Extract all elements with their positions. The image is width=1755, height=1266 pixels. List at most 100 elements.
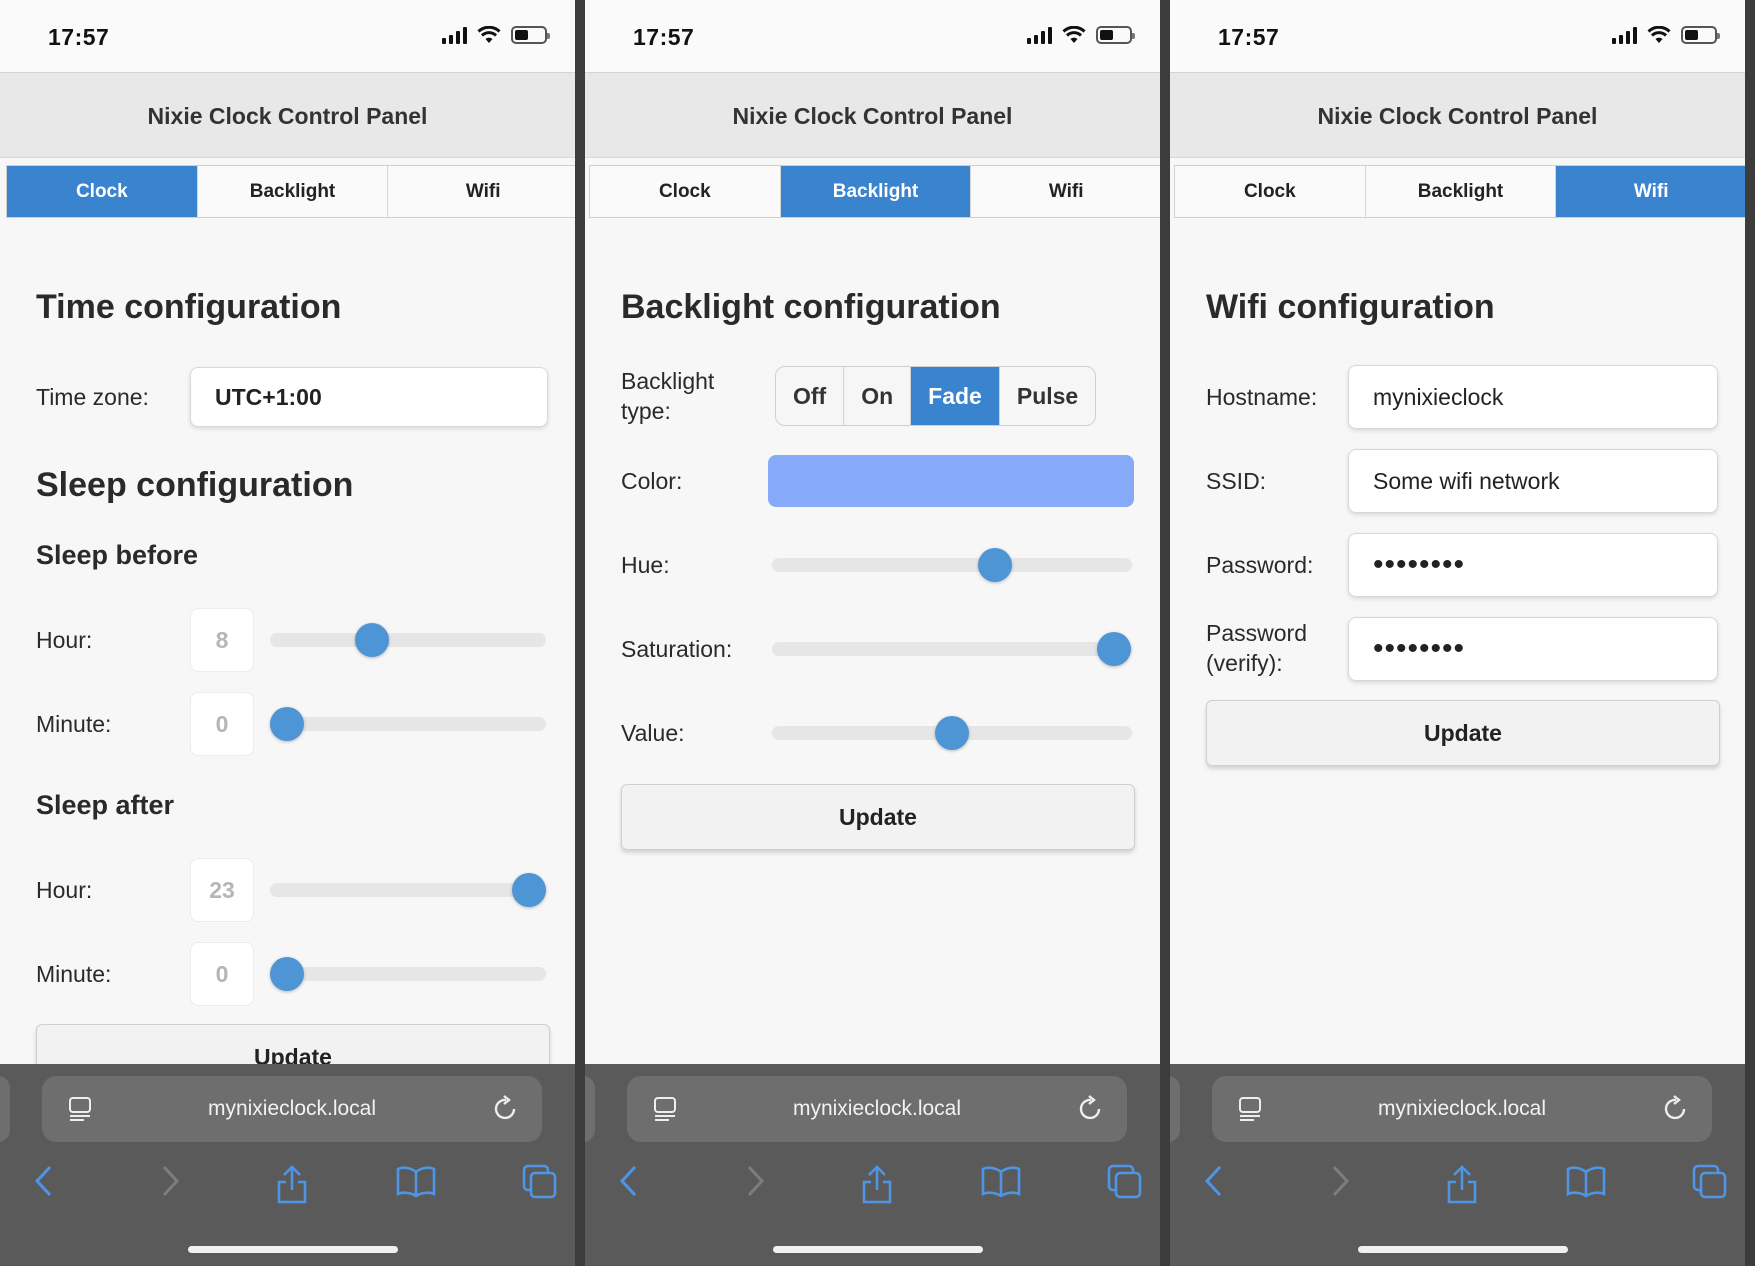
type-option-fade[interactable]: Fade [911,367,1000,425]
share-icon[interactable] [275,1164,309,1209]
sleep-after-minute-slider[interactable] [269,957,546,991]
timezone-field[interactable]: UTC+1:00 [190,367,548,427]
reload-icon[interactable] [492,1094,520,1129]
browser-nav [585,1164,1160,1214]
wifi-config-heading: Wifi configuration [1206,288,1495,326]
hue-slider[interactable] [772,548,1132,582]
bookmarks-icon[interactable] [396,1164,436,1203]
previous-tab-strip[interactable] [585,1076,595,1142]
type-option-off[interactable]: Off [776,367,845,425]
ssid-label: SSID: [1206,468,1267,494]
password-label: Password: [1206,552,1314,578]
color-swatch[interactable] [768,455,1134,507]
value-slider[interactable] [772,716,1132,750]
forward-icon[interactable] [743,1164,767,1203]
sleep-before-minute-value[interactable]: 0 [190,692,254,756]
tab-wifi[interactable]: Wifi [388,166,575,217]
tab-clock[interactable]: Clock [1175,166,1366,217]
back-icon[interactable] [32,1164,56,1203]
home-indicator[interactable] [1358,1246,1568,1253]
browser-nav [1170,1164,1745,1214]
timezone-label: Time zone: [36,384,149,410]
hostname-field[interactable]: mynixieclock [1348,365,1718,429]
battery-icon [1096,26,1135,44]
type-option-on[interactable]: On [844,367,912,425]
password-verify-label-line2: (verify): [1206,650,1283,676]
password-verify-field[interactable]: •••••••• [1348,617,1718,681]
forward-icon[interactable] [158,1164,182,1203]
tab-backlight[interactable]: Backlight [780,166,972,217]
sleep-after-hour-slider[interactable] [270,873,547,907]
home-indicator[interactable] [188,1246,398,1253]
back-icon[interactable] [1202,1164,1226,1203]
bookmarks-icon[interactable] [1566,1164,1606,1203]
phone-screen-backlight: 17:57 Nixie Clock Control Panel Clock Ba… [585,0,1160,1266]
wifi-icon [1062,26,1086,44]
password-field[interactable]: •••••••• [1348,533,1718,597]
signal-icon [1027,26,1052,44]
ssid-field[interactable]: Some wifi network [1348,449,1718,513]
address-bar[interactable]: mynixieclock.local [627,1076,1127,1142]
status-icons [442,26,550,44]
password-verify-label-line1: Password [1206,620,1307,646]
address-bar[interactable]: mynixieclock.local [1212,1076,1712,1142]
backlight-panel: Backlight configuration Backlight type: … [585,218,1160,1066]
status-time: 17:57 [1218,24,1280,50]
signal-icon [442,26,467,44]
tab-wifi[interactable]: Wifi [1556,166,1745,217]
sleep-after-hour-label: Hour: [36,877,93,903]
status-bar: 17:57 [1170,0,1745,72]
status-icons [1027,26,1135,44]
previous-tab-strip[interactable] [0,1076,10,1142]
previous-tab-strip[interactable] [1170,1076,1180,1142]
sleep-after-hour-value[interactable]: 23 [190,858,254,922]
back-icon[interactable] [617,1164,641,1203]
browser-nav [0,1164,575,1214]
slider-handle[interactable] [512,873,547,907]
reload-icon[interactable] [1662,1094,1690,1129]
tab-bar: Clock Backlight Wifi [589,165,1160,218]
url-text: mynixieclock.local [207,1097,377,1120]
slider-handle[interactable] [355,623,390,657]
phone-screen-clock: 17:57 Nixie Clock Control Panel Clock Ba… [0,0,575,1266]
wifi-icon [477,26,501,44]
tab-clock[interactable]: Clock [7,166,198,217]
status-icons [1612,26,1720,44]
tab-wifi[interactable]: Wifi [971,166,1160,217]
tab-clock[interactable]: Clock [590,166,781,217]
update-button[interactable]: Update [1206,700,1720,766]
share-icon[interactable] [1445,1164,1479,1209]
sleep-before-minute-slider[interactable] [269,707,546,741]
tabs-icon[interactable] [1107,1164,1143,1205]
tab-backlight[interactable]: Backlight [197,166,389,217]
saturation-slider[interactable] [772,632,1132,666]
forward-icon[interactable] [1328,1164,1352,1203]
backlight-type-selector: Off On Fade Pulse [775,366,1097,426]
sleep-before-hour-slider[interactable] [270,623,546,657]
sleep-after-minute-value[interactable]: 0 [190,942,254,1006]
browser-toolbar: mynixieclock.local [1170,1064,1745,1266]
type-option-pulse[interactable]: Pulse [1000,367,1095,425]
tab-backlight[interactable]: Backlight [1365,166,1557,217]
sleep-before-minute-label: Minute: [36,711,112,737]
browser-toolbar: mynixieclock.local [585,1064,1160,1266]
slider-handle[interactable] [269,707,304,741]
bookmarks-icon[interactable] [981,1164,1021,1203]
share-icon[interactable] [860,1164,894,1209]
home-indicator[interactable] [773,1246,983,1253]
slider-handle[interactable] [269,957,304,991]
update-button[interactable]: Update [621,784,1135,850]
reload-icon[interactable] [1077,1094,1105,1129]
sleep-before-hour-value[interactable]: 8 [190,608,254,672]
sleep-config-heading: Sleep configuration [36,466,354,504]
slider-handle[interactable] [1097,632,1131,666]
slider-handle[interactable] [935,716,969,750]
backlight-type-label-line2: type: [621,398,671,424]
tabs-icon[interactable] [1692,1164,1728,1205]
wifi-icon [1647,26,1671,44]
page-title: Nixie Clock Control Panel [0,72,575,158]
slider-handle[interactable] [978,548,1013,582]
tabs-icon[interactable] [522,1164,558,1205]
address-bar[interactable]: mynixieclock.local [42,1076,542,1142]
signal-icon [1612,26,1637,44]
